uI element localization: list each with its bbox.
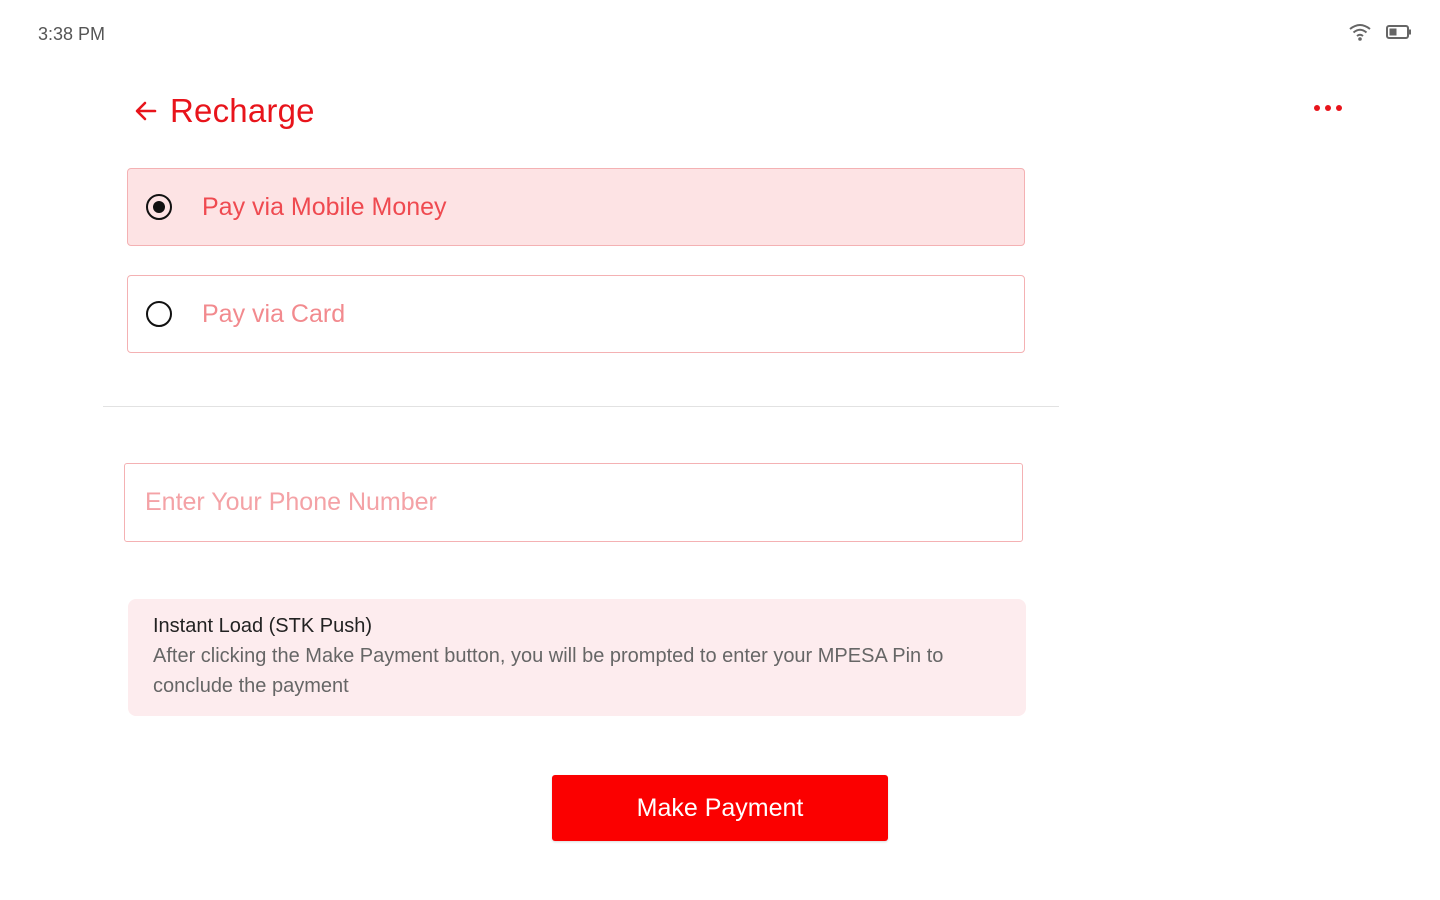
info-body: After clicking the Make Payment button, … (153, 645, 944, 697)
phone-number-input[interactable] (124, 463, 1023, 542)
more-horizontal-icon (1312, 99, 1344, 117)
section-divider (103, 406, 1059, 407)
radio-button-unchecked[interactable] (146, 301, 172, 327)
info-title: Instant Load (STK Push) (153, 615, 373, 637)
option-label: Pay via Mobile Money (202, 192, 447, 221)
arrow-left-icon (133, 98, 159, 129)
back-button[interactable] (132, 99, 160, 127)
info-box: Instant Load (STK Push) After clicking t… (128, 599, 1026, 716)
status-icons (1348, 22, 1412, 47)
status-time: 3:38 PM (38, 24, 106, 44)
wifi-icon (1348, 22, 1372, 47)
radio-button-checked[interactable] (146, 194, 172, 220)
option-mobile-money[interactable]: Pay via Mobile Money (127, 168, 1025, 246)
make-payment-button[interactable]: Make Payment (552, 775, 888, 841)
radio-dot (153, 201, 165, 213)
option-label: Pay via Card (202, 299, 346, 328)
battery-icon (1386, 24, 1412, 45)
option-card[interactable]: Pay via Card (127, 275, 1025, 353)
more-options-button[interactable] (1308, 96, 1348, 120)
page-title: Recharge (170, 92, 315, 129)
